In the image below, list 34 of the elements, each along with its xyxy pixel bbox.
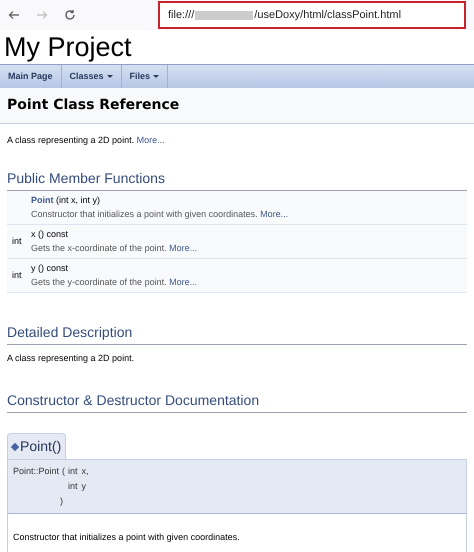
param-type: int: [68, 480, 78, 493]
back-icon[interactable]: [8, 10, 20, 20]
more-link[interactable]: More...: [260, 208, 288, 218]
url-text: /useDoxy/html/classPoint.html: [254, 8, 402, 23]
member-signature: Point (int x, int y): [31, 194, 102, 206]
caret-icon: [106, 75, 113, 78]
more-link[interactable]: More...: [136, 135, 165, 145]
return-type: int: [12, 270, 22, 280]
more-link[interactable]: More...: [169, 276, 198, 286]
member-description: Gets the y-coordinate of the point. More...: [31, 276, 198, 288]
member-signature: x () const: [31, 228, 70, 240]
more-link[interactable]: More...: [169, 242, 198, 252]
return-type: int: [12, 236, 22, 246]
member-title: Point(): [20, 437, 62, 456]
member-description: Gets the x-coordinate of the point. More...: [31, 242, 198, 254]
brief-description: A class representing a 2D point. More...: [7, 134, 166, 147]
member-description: Constructor that initializes a point with given coordinates. More...: [31, 208, 288, 220]
function-name: Point::Point: [13, 465, 60, 478]
url-text: file:///: [168, 8, 194, 23]
member-signature: y () const: [31, 262, 70, 274]
param-type: int: [68, 465, 78, 478]
section-heading: Detailed Description: [7, 322, 467, 344]
caret-icon: [153, 75, 160, 78]
close-paren: ): [59, 495, 63, 508]
open-paren: (: [62, 465, 66, 478]
doc-text: Constructor that initializes a point with given coordinates.: [13, 532, 240, 542]
param-name: y: [82, 480, 86, 493]
section-heading: Constructor & Destructor Documentation: [7, 390, 467, 413]
address-bar[interactable]: file:/// /useDoxy/html/classPoint.html: [158, 1, 466, 29]
description-text: A class representing a 2D point.: [7, 352, 136, 365]
project-title: My Project: [3, 31, 133, 64]
param-name: x,: [82, 465, 89, 478]
reload-icon[interactable]: [64, 9, 76, 21]
page-title: Point Class Reference: [7, 96, 180, 115]
